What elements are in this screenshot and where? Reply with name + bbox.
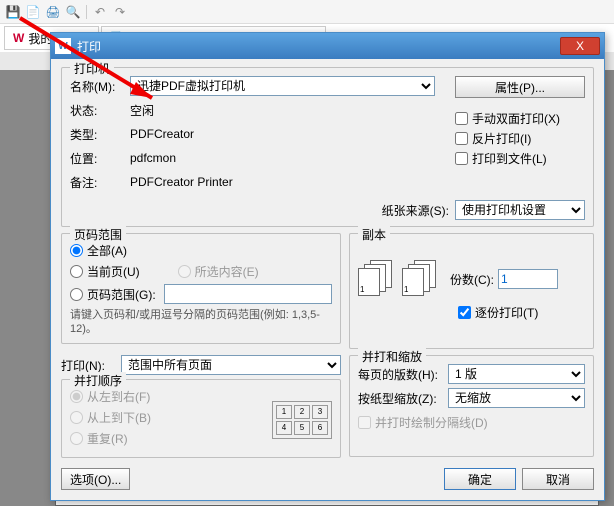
pps-label: 每页的版数(H): (358, 366, 448, 383)
collate-icon: 3 2 1 3 2 1 (358, 260, 440, 298)
pages-radio[interactable] (70, 288, 83, 301)
wps-icon: W (13, 31, 24, 45)
printer-group: 打印机 名称(M): 迅捷PDF虚拟打印机 状态:空闲 类型:PDFCreato… (61, 67, 594, 227)
status-label: 状态: (70, 102, 130, 119)
repeat-label: 重复(R) (87, 430, 128, 447)
nup-preview: 1 2 3 4 5 6 (272, 401, 332, 439)
toolbar-separator (86, 5, 87, 19)
save-icon[interactable]: 💾 (4, 3, 22, 21)
properties-button[interactable]: 属性(P)... (455, 76, 585, 98)
reverse-checkbox[interactable] (455, 132, 468, 145)
print-dialog: W 打印 X 打印机 名称(M): 迅捷PDF虚拟打印机 状态:空闲 类型:PD… (50, 32, 605, 501)
repeat-radio (70, 432, 83, 445)
scale-select[interactable]: 无缩放 (448, 388, 585, 408)
selection-label: 所选内容(E) (195, 263, 259, 280)
pages-input[interactable] (164, 284, 332, 304)
zoom-group: 并打和缩放 每页的版数(H):1 版 按纸型缩放(Z):无缩放 并打时绘制分隔线… (349, 355, 594, 457)
options-button[interactable]: 选项(O)... (61, 468, 130, 490)
drawline-label: 并打时绘制分隔线(D) (375, 414, 488, 431)
collate-label: 逐份打印(T) (475, 304, 538, 321)
dialog-footer: 选项(O)... 确定 取消 (61, 464, 594, 490)
printwhat-select[interactable]: 范围中所有页面 (121, 355, 341, 375)
group-title: 并打和缩放 (358, 348, 426, 365)
dialog-titlebar: W 打印 X (51, 33, 604, 59)
where-value: pdfcmon (130, 151, 176, 165)
name-label: 名称(M): (70, 78, 130, 95)
duplex-label: 手动双面打印(X) (472, 110, 560, 127)
pages-label: 页码范围(G): (87, 286, 156, 303)
lr-radio (70, 390, 83, 403)
printwhat-label: 打印(N): (61, 357, 121, 374)
duplex-checkbox[interactable] (455, 112, 468, 125)
print-icon[interactable]: 🖨 (44, 3, 62, 21)
range-hint: 请键入页码和/或用逗号分隔的页码范围(例如: 1,3,5-12)。 (70, 308, 332, 337)
cancel-button[interactable]: 取消 (522, 468, 594, 490)
paper-source-select[interactable]: 使用打印机设置 (455, 200, 585, 220)
comment-label: 备注: (70, 174, 130, 191)
tb-radio (70, 411, 83, 424)
pages-per-sheet-select[interactable]: 1 版 (448, 364, 585, 384)
current-radio[interactable] (70, 265, 83, 278)
type-value: PDFCreator (130, 127, 194, 141)
group-title: 并打顺序 (70, 372, 126, 389)
scale-label: 按纸型缩放(Z): (358, 390, 448, 407)
type-label: 类型: (70, 126, 130, 143)
paper-source-label: 纸张来源(S): (382, 202, 449, 219)
redo-icon[interactable]: ↷ (111, 3, 129, 21)
dialog-title: 打印 (77, 38, 101, 55)
where-label: 位置: (70, 150, 130, 167)
comment-value: PDFCreator Printer (130, 175, 233, 189)
drawline-checkbox (358, 416, 371, 429)
count-label: 份数(C): (450, 271, 494, 288)
main-toolbar: 💾 📄 🖨 🔍 ↶ ↷ (0, 0, 614, 24)
dialog-icon: W (55, 38, 71, 54)
page-range-group: 页码范围 全部(A) 当前页(U) 所选内容(E) 页码范围(G): 请键入页码… (61, 233, 341, 344)
reverse-label: 反片打印(I) (472, 130, 531, 147)
group-title: 副本 (358, 226, 390, 243)
all-label: 全部(A) (87, 242, 127, 259)
collate-checkbox[interactable] (458, 306, 471, 319)
pdf-icon[interactable]: 📄 (24, 3, 42, 21)
print-order-group: 并打顺序 从左到右(F) 从上到下(B) 重复(R) 1 2 3 4 (61, 379, 341, 458)
all-radio[interactable] (70, 244, 83, 257)
tofile-checkbox[interactable] (455, 152, 468, 165)
lr-label: 从左到右(F) (87, 388, 150, 405)
preview-icon[interactable]: 🔍 (64, 3, 82, 21)
current-label: 当前页(U) (87, 263, 140, 280)
group-title: 页码范围 (70, 226, 126, 243)
tb-label: 从上到下(B) (87, 409, 151, 426)
status-value: 空闲 (130, 102, 154, 119)
group-title: 打印机 (70, 60, 114, 77)
ok-button[interactable]: 确定 (444, 468, 516, 490)
selection-radio (178, 265, 191, 278)
printer-select[interactable]: 迅捷PDF虚拟打印机 (130, 76, 435, 96)
tofile-label: 打印到文件(L) (472, 150, 547, 167)
undo-icon[interactable]: ↶ (91, 3, 109, 21)
copies-group: 副本 3 2 1 3 2 1 (349, 233, 594, 349)
close-button[interactable]: X (560, 37, 600, 55)
copies-input[interactable] (498, 269, 558, 289)
